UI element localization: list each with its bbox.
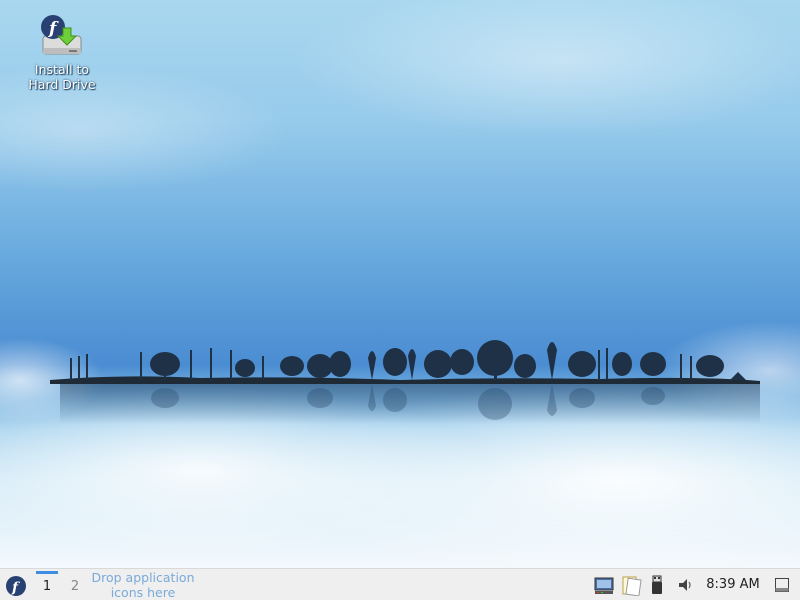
install-to-hard-drive-shortcut[interactable]: f Install to Hard Drive xyxy=(20,10,104,92)
fedora-logo-icon[interactable]: f xyxy=(5,575,27,597)
panel-clock[interactable]: 8:39 AM xyxy=(700,569,766,601)
volume-icon[interactable] xyxy=(675,574,697,596)
display-network-icon[interactable] xyxy=(593,574,615,596)
bottom-panel: f 1 2 Drop application icons here 8:39 A… xyxy=(0,568,800,600)
taskbar-drop-hint: Drop application icons here xyxy=(91,570,195,600)
fedora-install-drive-icon: f xyxy=(41,15,82,55)
desktop-pager-1[interactable]: 1 xyxy=(36,569,58,601)
desktop-background[interactable]: f Install to Hard Drive xyxy=(0,0,800,568)
show-desktop-icon[interactable] xyxy=(774,577,790,593)
desktop-pager-2[interactable]: 2 xyxy=(64,569,86,601)
wallpaper-landscape xyxy=(50,340,760,424)
install-to-hard-drive-label: Install to Hard Drive xyxy=(28,62,96,92)
clipboard-icon[interactable] xyxy=(620,574,642,596)
usb-device-icon[interactable] xyxy=(646,574,668,596)
